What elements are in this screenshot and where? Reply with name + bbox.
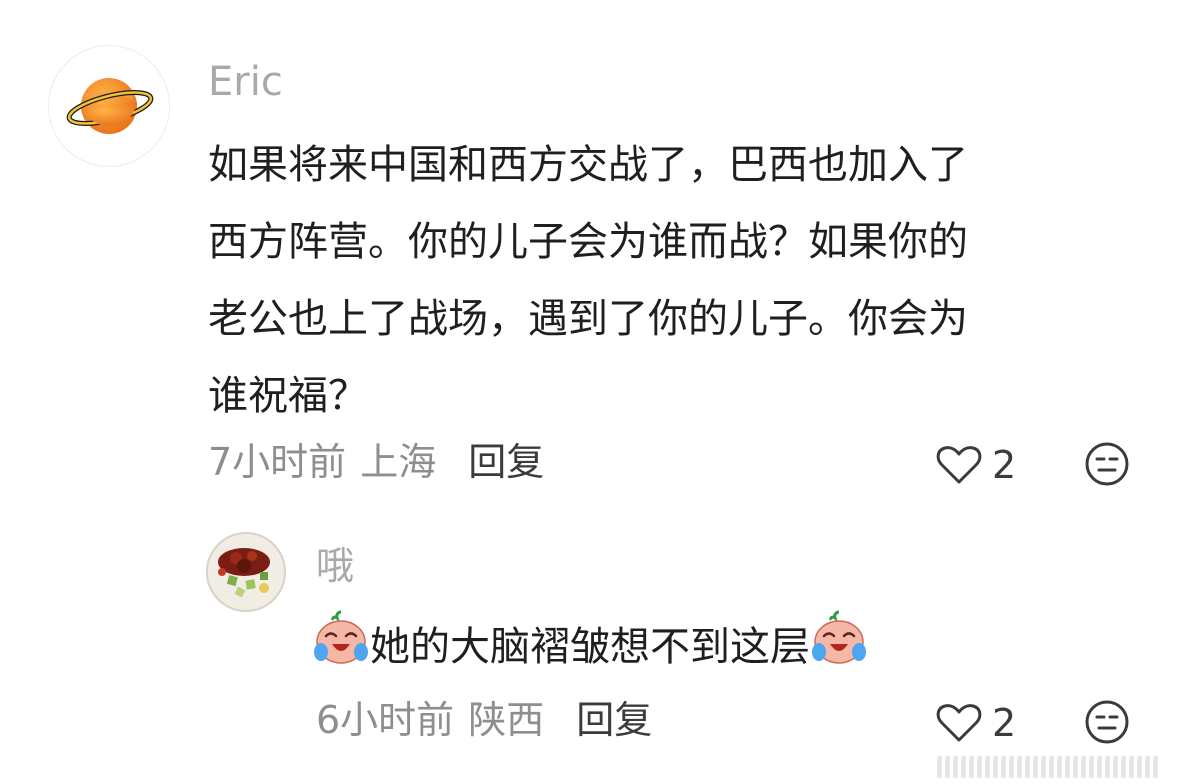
- reply-button[interactable]: 回复: [576, 696, 652, 744]
- reply-button[interactable]: 回复: [468, 438, 544, 486]
- comment-text-line: 谁祝福？: [208, 373, 368, 419]
- comment-meta: 7小时前 上海 回复: [208, 438, 544, 486]
- dislike-button[interactable]: [1084, 699, 1130, 745]
- comment-eric: Eric 如果将来中国和西方交战了，巴西也加入了 西方阵营。你的儿子会为谁而战？…: [0, 0, 1178, 500]
- comment-text: 她的大脑褶皱想不到这层: [312, 608, 868, 683]
- crying-laughing-emoji-icon: [810, 608, 868, 683]
- timestamp: 6小时前: [316, 698, 455, 742]
- comment-text-line: 西方阵营。你的儿子会为谁而战？如果你的: [208, 219, 968, 265]
- crying-laughing-emoji-icon: [312, 608, 370, 683]
- comment-meta: 6小时前 陕西 回复: [316, 696, 652, 744]
- location: 上海: [360, 440, 437, 484]
- username[interactable]: 哦: [316, 542, 354, 590]
- location: 陕西: [468, 698, 545, 742]
- username[interactable]: Eric: [208, 56, 283, 108]
- comment-text-line: 她的大脑褶皱想不到这层: [370, 624, 810, 670]
- like-count: 2: [992, 701, 1017, 745]
- timestamp: 7小时前: [208, 440, 347, 484]
- like-button[interactable]: 2: [936, 700, 1016, 746]
- comment-text-line: 如果将来中国和西方交战了，巴西也加入了: [208, 142, 968, 188]
- watermark-bars: [937, 756, 1158, 778]
- comment-text: 如果将来中国和西方交战了，巴西也加入了 西方阵营。你的儿子会为谁而战？如果你的 …: [208, 127, 1138, 435]
- avatar[interactable]: [206, 532, 286, 612]
- comment-text-line: 老公也上了战场，遇到了你的儿子。你会为: [208, 296, 968, 342]
- dislike-button[interactable]: [1084, 441, 1130, 487]
- like-button[interactable]: 2: [936, 442, 1016, 488]
- comment-reply: 哦 她的大脑褶皱想不到这层 6小时前 陕西 回复 2: [0, 520, 1178, 784]
- unamused-face-icon: [1085, 700, 1129, 744]
- unamused-face-icon: [1085, 442, 1129, 486]
- heart-icon: [936, 446, 982, 484]
- avatar[interactable]: [48, 45, 170, 167]
- heart-icon: [936, 704, 982, 742]
- planet-icon: [66, 78, 154, 134]
- like-count: 2: [992, 443, 1017, 487]
- food-photo-avatar: [206, 532, 286, 612]
